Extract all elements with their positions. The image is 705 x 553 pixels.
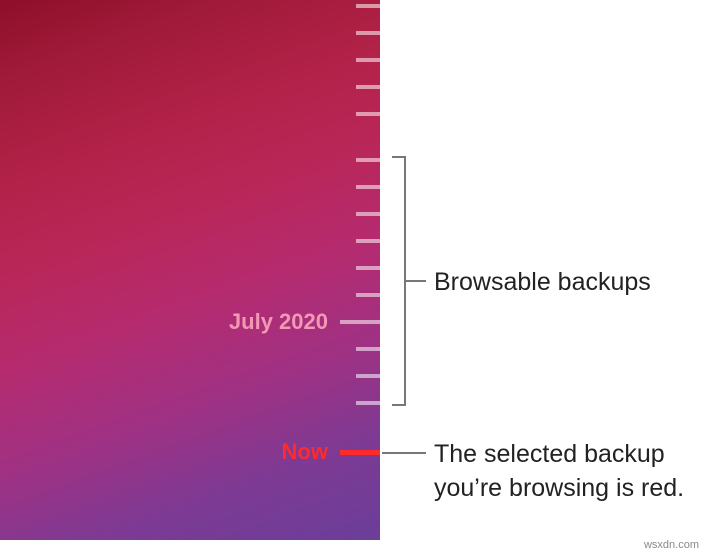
timeline-tick[interactable] [356, 31, 380, 35]
timeline-now-label: Now [282, 439, 328, 465]
callout-selected-line2: you’re browsing is red. [434, 474, 684, 502]
timeline-tick-dated[interactable] [340, 320, 380, 324]
timeline-tick[interactable] [356, 85, 380, 89]
timeline-tick[interactable] [356, 158, 380, 162]
callout-browsable: Browsable backups [434, 266, 651, 300]
timeline-tick-now[interactable] [340, 450, 380, 455]
timeline-tick[interactable] [356, 112, 380, 116]
timeline-tick[interactable] [356, 266, 380, 270]
timeline-tick[interactable] [356, 347, 380, 351]
timeline-tick[interactable] [356, 212, 380, 216]
watermark: wsxdn.com [644, 539, 699, 551]
timeline-tick[interactable] [356, 58, 380, 62]
callout-leader [382, 452, 426, 454]
timeline-date-label: July 2020 [229, 309, 328, 335]
callout-leader [406, 280, 426, 282]
browsable-bracket [392, 156, 406, 406]
timeline-tick[interactable] [356, 4, 380, 8]
callout-selected-line1: The selected backup [434, 440, 665, 468]
callout-selected: The selected backup you’re browsing is r… [434, 438, 684, 506]
timeline-tick[interactable] [356, 374, 380, 378]
timeline-tick[interactable] [356, 293, 380, 297]
timeline-tick[interactable] [356, 239, 380, 243]
timeline-panel[interactable]: July 2020 Now [0, 0, 380, 540]
timeline-tick[interactable] [356, 401, 380, 405]
timeline-tick[interactable] [356, 185, 380, 189]
